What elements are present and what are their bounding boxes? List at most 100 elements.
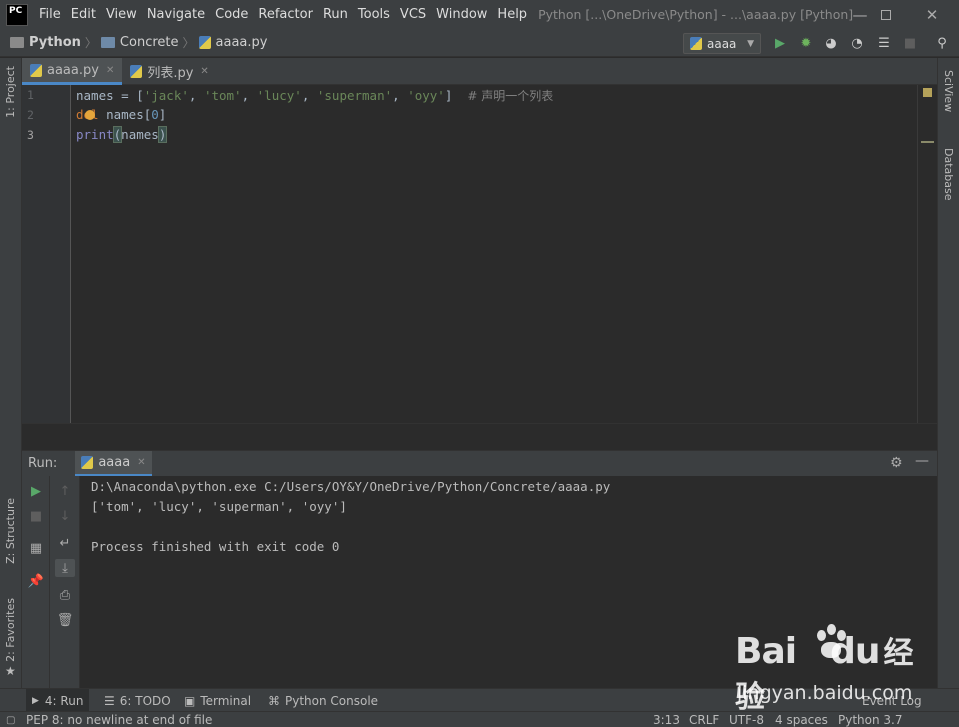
pycharm-logo-icon: PC <box>6 3 28 26</box>
python-icon <box>690 37 702 50</box>
run-tab-label: aaaa <box>98 454 131 470</box>
structure-tool-tab[interactable]: Z: Structure <box>4 498 17 564</box>
editor-tab-list[interactable]: 列表.py ✕ <box>122 58 216 85</box>
run-icon: ▶ <box>32 695 39 706</box>
baidu-jingyan-watermark: Bai du 经验 jingyan.baidu.com <box>735 624 925 715</box>
run-icon[interactable]: ▶ <box>772 35 788 51</box>
chevron-down-icon: ▼ <box>747 38 754 49</box>
breadcrumb-label: aaaa.py <box>215 35 268 50</box>
arrow-down-icon[interactable]: ↓ <box>55 507 75 525</box>
tab-label: 列表.py <box>147 66 194 81</box>
project-tool-tab[interactable]: 1: Project <box>4 66 17 118</box>
run-panel-label: Run: <box>28 456 58 471</box>
concurrency-icon[interactable]: ☰ <box>876 35 892 51</box>
soft-wrap-icon[interactable]: ↵ <box>55 534 75 552</box>
run-panel-header: Run: aaaa ✕ ⚙ — <box>22 450 937 477</box>
intention-bulb-icon[interactable] <box>85 110 95 120</box>
breadcrumb-concrete[interactable]: Concrete <box>100 35 179 50</box>
bottom-tab-label: Python Console <box>285 693 379 708</box>
line-number: 1 <box>27 88 34 102</box>
print-icon[interactable]: ⎙ <box>55 586 75 604</box>
scroll-to-end-icon[interactable]: ⤓ <box>55 559 75 577</box>
breadcrumb-python[interactable]: Python <box>10 35 81 50</box>
menu-tools[interactable]: Tools <box>353 7 395 22</box>
caret-position[interactable]: 3:13 <box>653 712 680 727</box>
python-icon <box>81 455 94 469</box>
editor-splitter[interactable] <box>22 423 937 450</box>
bottom-tab-todo[interactable]: ☰ 6: TODO <box>98 689 177 712</box>
sciview-tab-label: SciView <box>942 70 955 113</box>
breadcrumb-separator: 〉 <box>84 36 97 50</box>
code-editor[interactable]: names = ['jack', 'tom', 'lucy', 'superma… <box>71 85 917 423</box>
breadcrumb-label: Python <box>29 35 81 50</box>
status-message[interactable]: PEP 8: no newline at end of file <box>26 712 212 727</box>
hide-panel-icon[interactable]: — <box>915 453 929 469</box>
editor-tab-aaaa[interactable]: aaaa.py ✕ <box>22 58 123 85</box>
project-tab-label: 1: Project <box>4 66 17 118</box>
menu-help[interactable]: Help <box>492 7 532 22</box>
favorites-tab-label: 2: Favorites <box>4 598 17 662</box>
profile-icon[interactable]: ◔ <box>849 35 865 51</box>
python-file-icon <box>130 65 143 78</box>
inspection-status-icon[interactable] <box>923 88 932 97</box>
python-file-icon <box>198 36 211 49</box>
stop-icon[interactable]: ■ <box>902 35 918 51</box>
line-number: 2 <box>27 108 34 122</box>
editor-scrollbar[interactable] <box>917 85 937 423</box>
run-configuration-select[interactable]: aaaa ▼ <box>683 33 761 54</box>
navigation-bar: Python 〉 Concrete 〉 aaaa.py <box>0 29 959 57</box>
menu-bar: File Edit View Navigate Code Refactor Ru… <box>34 7 532 22</box>
close-window-button[interactable]: ✕ <box>912 0 952 29</box>
gear-icon[interactable]: ⚙ <box>890 455 903 471</box>
menu-edit[interactable]: Edit <box>66 7 101 22</box>
line-separator[interactable]: CRLF <box>689 712 719 727</box>
folder-icon <box>100 37 115 48</box>
left-tool-strip: 1: Project Z: Structure 2: Favorites ★ <box>0 58 22 688</box>
menu-view[interactable]: View <box>101 7 142 22</box>
code-line-3: print(names) <box>76 126 168 143</box>
debug-icon[interactable]: ✹ <box>798 35 814 51</box>
maximize-icon <box>881 9 891 20</box>
rerun-icon[interactable]: ▶ <box>26 482 46 500</box>
arrow-up-icon[interactable]: ↑ <box>55 482 75 500</box>
code-line-1: names = ['jack', 'tom', 'lucy', 'superma… <box>76 88 554 103</box>
search-icon[interactable]: ⚲ <box>934 35 950 51</box>
close-tab-icon[interactable]: ✕ <box>106 65 114 76</box>
menu-refactor[interactable]: Refactor <box>253 7 318 22</box>
warning-marker[interactable] <box>921 141 934 143</box>
menu-window[interactable]: Window <box>431 7 492 22</box>
menu-file[interactable]: File <box>34 7 66 22</box>
bottom-tab-label: 4: Run <box>44 693 84 708</box>
breadcrumb-separator: 〉 <box>182 36 195 50</box>
menu-vcs[interactable]: VCS <box>395 7 431 22</box>
bottom-tab-label: 6: TODO <box>119 693 171 708</box>
favorites-tool-tab[interactable]: 2: Favorites <box>4 598 17 662</box>
maximize-button[interactable] <box>866 0 906 29</box>
pin-icon[interactable]: 📌 <box>26 572 46 590</box>
close-tab-icon[interactable]: ✕ <box>200 66 208 77</box>
tool-windows-toggle-icon[interactable]: ▢ <box>6 712 15 727</box>
close-icon: ✕ <box>925 5 939 24</box>
project-folder-icon <box>10 37 24 48</box>
trash-icon[interactable]: 🗑 <box>55 611 75 629</box>
python-file-icon <box>30 63 42 77</box>
menu-code[interactable]: Code <box>210 7 253 22</box>
editor-tab-bar: aaaa.py ✕ 列表.py ✕ <box>22 58 937 85</box>
run-tab-aaaa[interactable]: aaaa ✕ <box>75 450 152 477</box>
sciview-tool-tab[interactable]: SciView <box>942 70 955 112</box>
menu-run[interactable]: Run <box>318 7 353 22</box>
database-tool-tab[interactable]: Database <box>942 148 955 201</box>
bottom-tab-terminal[interactable]: ▣ Terminal <box>178 689 257 712</box>
bottom-tab-python-console[interactable]: ⌘ Python Console <box>262 689 384 712</box>
coverage-icon[interactable]: ◕ <box>823 35 839 51</box>
title-bar: PC File Edit View Navigate Code Refactor… <box>0 0 959 29</box>
console-line: ['tom', 'lucy', 'superman', 'oyy'] <box>91 499 347 514</box>
run-config-label: aaaa <box>707 36 737 51</box>
editor-gutter: 1 2 3 <box>22 85 71 423</box>
bottom-tab-run[interactable]: ▶ 4: Run <box>26 689 90 712</box>
menu-navigate[interactable]: Navigate <box>142 7 210 22</box>
breadcrumb-file[interactable]: aaaa.py <box>198 35 268 50</box>
close-tab-icon[interactable]: ✕ <box>137 457 145 468</box>
stop-icon[interactable]: ■ <box>26 507 46 525</box>
restore-layout-icon[interactable]: ▦ <box>26 539 46 557</box>
